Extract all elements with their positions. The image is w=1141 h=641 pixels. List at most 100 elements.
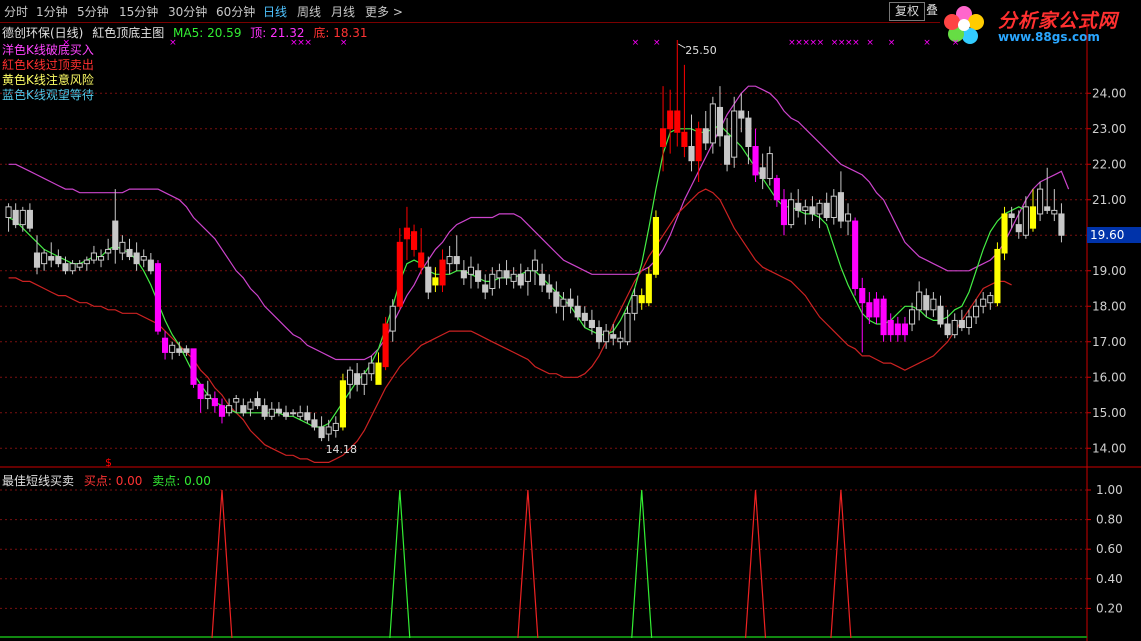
candle-body [852, 220, 859, 289]
candle-body [183, 348, 190, 353]
candle-body [1001, 213, 1008, 254]
candle-body [382, 323, 389, 368]
candle-body [574, 305, 581, 318]
candle-body [368, 362, 375, 375]
candle-body [859, 288, 866, 304]
top-signal-mark: × [304, 38, 312, 48]
candle-body [709, 103, 716, 144]
candle-body [354, 373, 361, 385]
candle-body [560, 298, 567, 307]
sub-tick-label: 0.80 [1096, 513, 1123, 527]
candle-body [901, 323, 908, 336]
sell-signal-spike [517, 489, 539, 639]
candle-body [403, 227, 411, 240]
top-signal-mark: × [632, 38, 640, 48]
sub-tick-label: 0.20 [1096, 601, 1123, 615]
candle-body [432, 277, 439, 286]
top-signal-mark: × [952, 38, 960, 48]
candle-body [396, 241, 403, 307]
candle-body [233, 398, 240, 403]
candle-body [48, 256, 55, 261]
candle-body [318, 426, 325, 439]
candle-body [90, 252, 97, 261]
high-annotation: 25.50 [685, 44, 717, 57]
candle-body [325, 426, 332, 435]
candle-body [1022, 206, 1029, 236]
candle-body [546, 284, 553, 293]
candle-body [738, 110, 745, 119]
candle-body [916, 291, 923, 311]
price-tick-label: 22.00 [1092, 157, 1126, 171]
top-signal-mark: × [852, 38, 860, 48]
price-tick-label: 19.00 [1092, 264, 1126, 278]
buy-signal-spike [631, 489, 653, 639]
candle-body [261, 405, 268, 417]
candle-body [126, 248, 133, 258]
candle-body [894, 323, 901, 336]
top-signal-mark: × [169, 38, 177, 48]
top-signal-mark: × [923, 38, 931, 48]
candle-body [140, 256, 147, 261]
candle-body [788, 199, 795, 226]
candle-body [169, 344, 176, 353]
candle-body [297, 412, 304, 417]
candle-body [617, 337, 624, 343]
price-tick-label: 21.00 [1092, 193, 1126, 207]
candle-body [1044, 206, 1051, 211]
candle-body [745, 117, 752, 147]
price-tick-label: 15.00 [1092, 406, 1126, 420]
dollar-marker: $ [105, 456, 112, 469]
candle-body [69, 263, 76, 272]
price-tick-label: 16.00 [1092, 370, 1126, 384]
top-signal-mark: × [62, 38, 70, 48]
sell-signal-spike [830, 489, 852, 639]
candle-body [531, 259, 539, 272]
candle-body [595, 327, 603, 343]
sell-signal-spike [211, 489, 233, 639]
candle-body [866, 302, 873, 318]
candle-body [553, 291, 560, 307]
candle-body [1008, 213, 1015, 218]
candle-body [290, 412, 297, 415]
candle-body [55, 256, 62, 265]
candle-body [446, 256, 453, 265]
candle-body [226, 405, 233, 414]
candle-body [659, 128, 667, 147]
candle-body [588, 319, 595, 329]
candle-body [944, 323, 951, 336]
candle-body [339, 380, 346, 428]
candle-body [795, 202, 802, 211]
candle-body [361, 373, 368, 385]
kline-chart[interactable]: 14.0015.0016.0017.0018.0019.0020.0021.00… [0, 0, 1141, 641]
candle-body [475, 270, 482, 282]
price-tick-label: 23.00 [1092, 122, 1126, 136]
candle-body [1051, 209, 1058, 215]
candle-body [873, 298, 880, 318]
candle-body [958, 319, 965, 329]
candle-body [190, 348, 197, 385]
candle-body [76, 263, 83, 268]
candle-body [460, 270, 467, 279]
candle-body [844, 213, 852, 222]
candle-body [275, 408, 282, 414]
price-tick-label: 24.00 [1092, 86, 1126, 100]
candle-body [154, 263, 162, 332]
candle-body [133, 252, 140, 265]
candle-body [631, 295, 638, 314]
candle-body [503, 270, 510, 279]
candle-body [204, 394, 211, 400]
top-signal-mark: × [888, 38, 896, 48]
candle-body [766, 153, 773, 179]
candle-body [759, 167, 766, 179]
candle-body [1029, 206, 1037, 229]
candle-body [389, 305, 396, 332]
candle-body [1037, 188, 1044, 215]
candle-body [254, 398, 261, 407]
price-tick-label: 14.00 [1092, 441, 1126, 455]
candle-body [311, 419, 318, 428]
candle-body [830, 195, 837, 218]
candle-body [987, 295, 994, 304]
candle-body [638, 295, 645, 304]
candle-body [752, 146, 759, 176]
candle-body [510, 273, 517, 282]
